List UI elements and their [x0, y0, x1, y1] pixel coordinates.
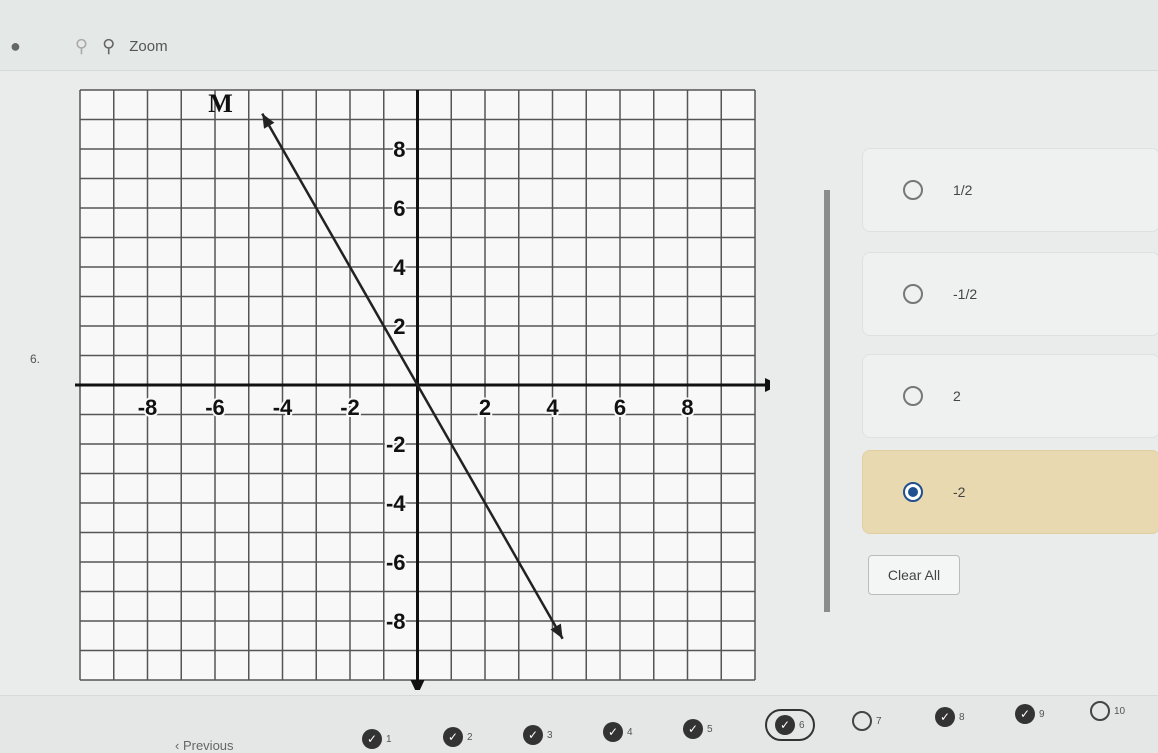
y-tick-label: 2	[393, 314, 405, 339]
x-tick-label: -2	[340, 395, 360, 420]
help-icon[interactable]: ●	[10, 36, 21, 57]
x-tick-label: 8	[681, 395, 693, 420]
question-nav-6[interactable]: ✓ 6	[765, 709, 815, 741]
x-axis-arrow	[765, 378, 770, 392]
option-label: -1/2	[953, 286, 978, 302]
question-nav-5[interactable]: ✓ 5	[683, 719, 713, 739]
question-number-label: 7	[876, 715, 882, 727]
check-circle-icon: ✓	[603, 722, 623, 742]
question-number-label: 10	[1114, 705, 1126, 717]
question-number-label: 1	[386, 733, 392, 745]
question-nav-4[interactable]: ✓ 4	[603, 722, 633, 742]
clear-all-button[interactable]: Clear All	[868, 555, 960, 595]
check-circle-icon: ✓	[362, 729, 382, 749]
option-two[interactable]: 2	[862, 354, 1158, 438]
question-nav-7[interactable]: 7	[852, 711, 882, 731]
previous-label: Previous	[182, 738, 234, 753]
check-circle-icon: ✓	[523, 725, 543, 745]
option-half[interactable]: 1/2	[862, 148, 1158, 232]
radio-button[interactable]	[903, 284, 923, 304]
question-nav-10[interactable]: 10	[1090, 701, 1125, 721]
question-number-label: 6	[799, 719, 805, 731]
radio-button[interactable]	[903, 180, 923, 200]
x-tick-label: 4	[546, 395, 559, 420]
question-navigation: ‹ Previous ✓ 1 ✓ 2 ✓ 3 ✓ 4 ✓ 5 ✓ 6 7 ✓ 8 ✓ 9 10	[0, 695, 1158, 753]
x-tick-label: -6	[205, 395, 225, 420]
divider	[824, 190, 830, 612]
zoom-out-icon[interactable]: ⚲	[75, 36, 88, 57]
question-number-label: 2	[467, 731, 473, 743]
y-tick-label: -4	[386, 491, 406, 516]
x-tick-label: 6	[614, 395, 626, 420]
y-axis-label: M	[208, 89, 233, 118]
x-tick-label: -8	[138, 395, 158, 420]
y-tick-label: 8	[393, 137, 405, 162]
question-nav-3[interactable]: ✓ 3	[523, 725, 553, 745]
check-circle-icon: ✓	[775, 715, 795, 735]
check-circle-icon: ✓	[443, 727, 463, 747]
y-axis-arrow	[410, 680, 425, 690]
option-label: 2	[953, 388, 961, 404]
empty-circle-icon	[1090, 701, 1110, 721]
option-negative-two[interactable]: -2	[862, 450, 1158, 534]
zoom-in-icon[interactable]: ⚲	[102, 36, 115, 57]
question-nav-1[interactable]: ✓ 1	[362, 729, 392, 749]
y-tick-label: 6	[393, 196, 405, 221]
x-tick-label: -4	[273, 395, 293, 420]
radio-button-selected[interactable]	[903, 482, 923, 502]
question-nav-9[interactable]: ✓ 9	[1015, 704, 1045, 724]
question-number: 6.	[30, 352, 41, 366]
y-tick-label: 4	[393, 255, 406, 280]
x-tick-label: 2	[479, 395, 491, 420]
zoom-label[interactable]: Zoom	[129, 38, 167, 55]
question-nav-2[interactable]: ✓ 2	[443, 727, 473, 747]
question-nav-8[interactable]: ✓ 8	[935, 707, 965, 727]
toolbar: ● ⚲ ⚲ Zoom	[10, 36, 168, 57]
check-circle-icon: ✓	[1015, 704, 1035, 724]
option-label: -2	[953, 484, 966, 500]
question-number-label: 4	[627, 726, 633, 738]
radio-button[interactable]	[903, 386, 923, 406]
question-number-label: 5	[707, 723, 713, 735]
question-number-label: 8	[959, 711, 965, 723]
y-tick-label: -2	[386, 432, 406, 457]
y-tick-label: -6	[386, 550, 406, 575]
y-tick-label: -8	[386, 609, 406, 634]
question-number-label: 9	[1039, 708, 1045, 720]
top-bar: ● ⚲ ⚲ Zoom	[0, 0, 1158, 71]
option-negative-half[interactable]: -1/2	[862, 252, 1158, 336]
question-number-label: 3	[547, 729, 553, 741]
previous-button[interactable]: ‹ Previous	[175, 738, 234, 753]
check-circle-icon: ✓	[683, 719, 703, 739]
coordinate-graph: XM-8-6-4-224688642-2-4-6-8	[75, 89, 770, 690]
empty-circle-icon	[852, 711, 872, 731]
option-label: 1/2	[953, 182, 973, 198]
check-circle-icon: ✓	[935, 707, 955, 727]
chevron-left-icon: ‹	[175, 738, 183, 753]
